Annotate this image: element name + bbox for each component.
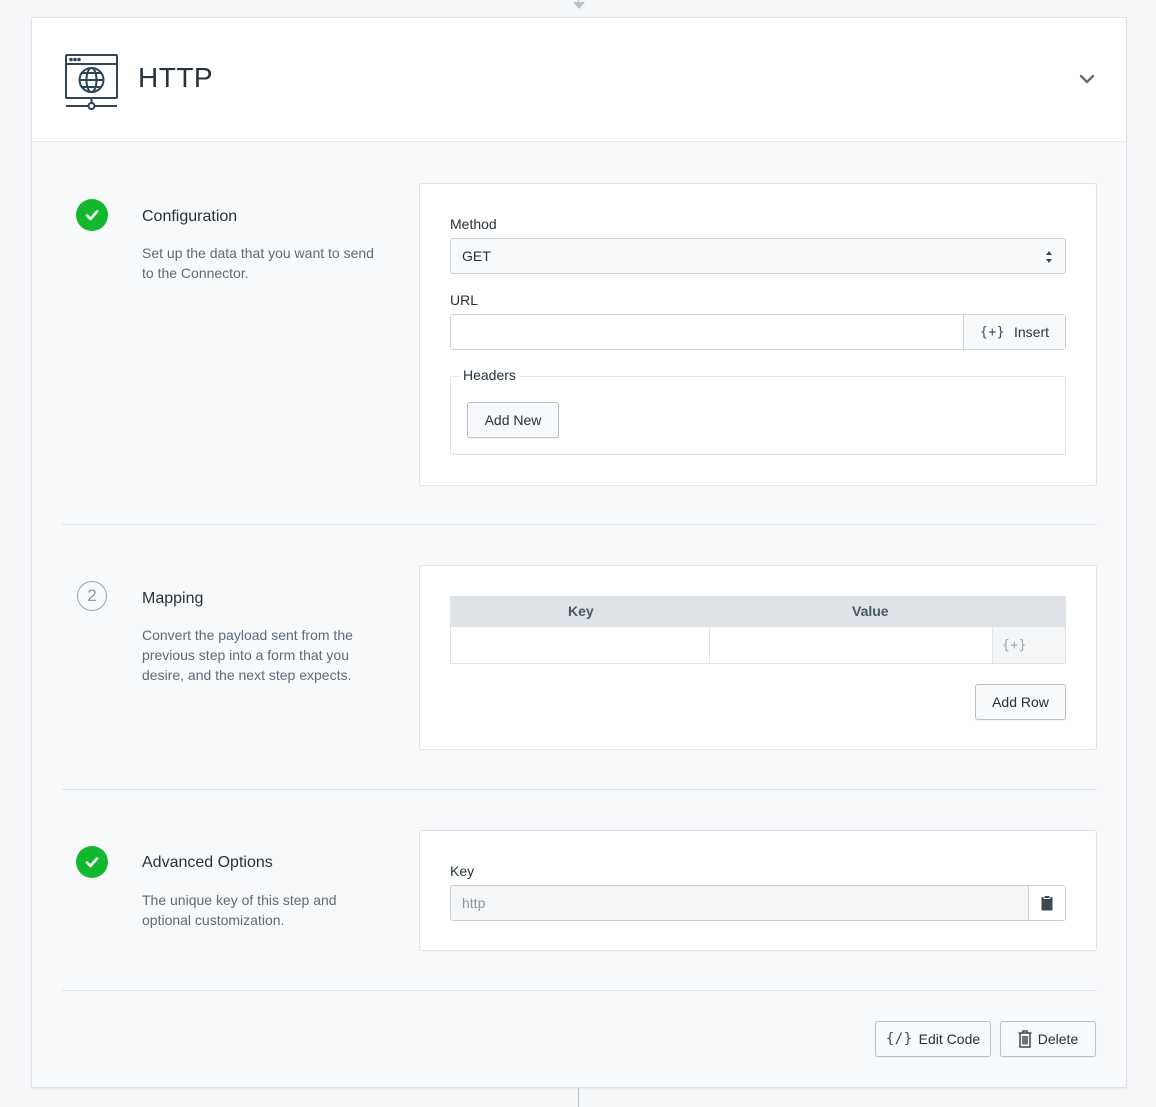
- table-row: {+}: [451, 627, 1065, 663]
- add-header-button[interactable]: Add New: [467, 402, 559, 438]
- insert-variable-icon: {+}: [980, 324, 1005, 340]
- mapping-title: Mapping: [142, 590, 204, 607]
- step-complete-badge: [76, 846, 108, 878]
- section-divider: [62, 990, 1097, 991]
- copy-key-button[interactable]: [1028, 886, 1065, 920]
- globe-window-icon: [65, 54, 118, 110]
- http-step-card: HTTP Configuration Set up the data that …: [31, 17, 1127, 1088]
- step-number-badge: 2: [77, 581, 107, 611]
- add-new-label: Add New: [484, 412, 542, 428]
- connector-arrow-icon: [573, 2, 585, 9]
- connector-line-bottom: [578, 1088, 579, 1107]
- advanced-options-description: The unique key of this step and optional…: [142, 892, 337, 928]
- check-icon: [85, 857, 99, 868]
- mapping-section: 2 Mapping Convert the payload sent from …: [62, 525, 1097, 789]
- code-icon: {/}: [885, 1031, 913, 1047]
- insert-variable-icon: {+}: [1002, 637, 1027, 653]
- advanced-options-panel: Key http: [419, 830, 1097, 951]
- delete-button[interactable]: Delete: [1000, 1021, 1096, 1057]
- mapping-value-input[interactable]: [710, 627, 993, 663]
- configuration-description: Set up the data that you want to send to…: [142, 245, 374, 281]
- step-key-input[interactable]: http: [451, 886, 1028, 920]
- step-title: HTTP: [138, 62, 214, 93]
- method-select[interactable]: GET: [450, 238, 1066, 274]
- add-row-button[interactable]: Add Row: [975, 684, 1066, 720]
- mapping-key-input[interactable]: [451, 627, 710, 663]
- advanced-options-title: Advanced Options: [142, 854, 273, 871]
- trash-icon: [1018, 1030, 1032, 1048]
- insert-button-label: Insert: [1013, 324, 1049, 340]
- insert-variable-button[interactable]: {+} Insert: [963, 315, 1065, 349]
- method-select-value: GET: [462, 248, 491, 264]
- card-header[interactable]: HTTP: [32, 18, 1126, 142]
- edit-code-label: Edit Code: [918, 1031, 981, 1047]
- step-complete-badge: [76, 199, 108, 231]
- mapping-table: Key Value {+}: [450, 596, 1066, 664]
- key-column-header: Key: [568, 603, 594, 619]
- key-label: Key: [450, 863, 475, 879]
- headers-fieldset: Headers Add New: [450, 367, 1066, 455]
- configuration-section: Configuration Set up the data that you w…: [62, 142, 1097, 525]
- select-arrows-icon: [1046, 251, 1052, 263]
- value-column-header: Value: [852, 603, 889, 619]
- check-icon: [85, 210, 99, 221]
- edit-code-button[interactable]: {/} Edit Code: [875, 1021, 991, 1057]
- configuration-title: Configuration: [142, 208, 238, 225]
- mapping-table-header: Key Value: [451, 597, 1065, 627]
- headers-legend: Headers: [459, 367, 520, 383]
- url-field: {+} Insert: [450, 314, 1066, 350]
- add-row-label: Add Row: [992, 694, 1049, 710]
- clipboard-icon: [1041, 895, 1053, 911]
- configuration-panel: Method GET URL {+} Insert Headers Add Ne…: [419, 183, 1097, 486]
- url-input[interactable]: [451, 315, 963, 349]
- advanced-options-section: Advanced Options The unique key of this …: [62, 790, 1097, 990]
- mapping-description: Convert the payload sent from the previo…: [142, 627, 353, 683]
- mapping-insert-button[interactable]: {+}: [993, 627, 1065, 663]
- delete-label: Delete: [1037, 1031, 1079, 1047]
- chevron-down-icon[interactable]: [1076, 71, 1098, 87]
- method-label: Method: [450, 216, 497, 232]
- url-label: URL: [450, 292, 479, 308]
- step-key-field: http: [450, 885, 1066, 921]
- mapping-panel: Key Value {+} Add Row: [419, 565, 1097, 750]
